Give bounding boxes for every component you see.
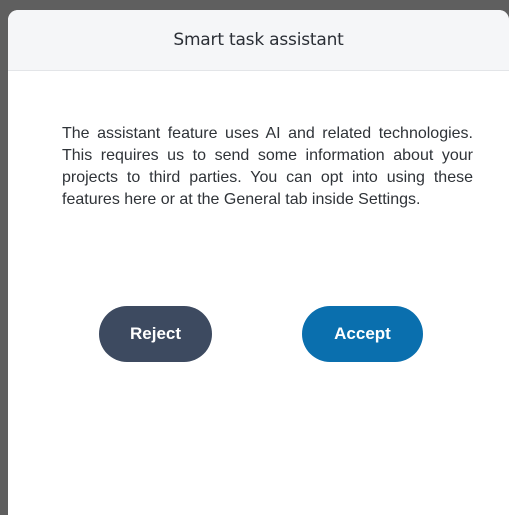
- dialog-title: Smart task assistant: [173, 30, 344, 50]
- dialog-message: The assistant feature uses AI and relate…: [62, 125, 473, 208]
- accept-button[interactable]: Accept: [302, 306, 423, 362]
- dialog-body: The assistant feature uses AI and relate…: [8, 71, 509, 211]
- consent-dialog: Smart task assistant The assistant featu…: [8, 10, 509, 515]
- reject-button[interactable]: Reject: [99, 306, 212, 362]
- dialog-header: Smart task assistant: [8, 10, 509, 71]
- dialog-actions: Reject Accept: [8, 306, 509, 364]
